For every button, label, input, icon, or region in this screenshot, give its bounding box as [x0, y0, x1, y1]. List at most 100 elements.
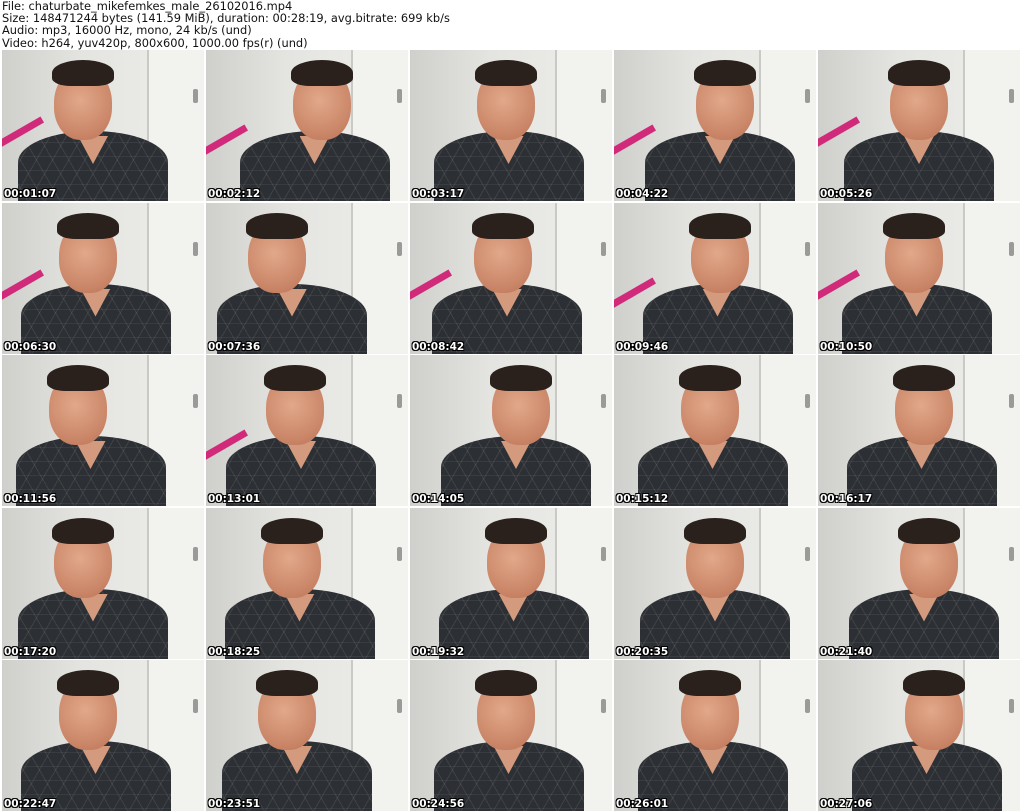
hair [485, 517, 547, 544]
thumbnail-grid: 00:01:07 00:02:12 00:03:17 00:04:22 00:05:26… [0, 50, 1024, 811]
thumbnail-timestamp: 00:09:46 [616, 340, 669, 353]
door-handle [1009, 241, 1014, 256]
hair [679, 365, 741, 391]
door-handle [1009, 89, 1014, 104]
thumbnail-timestamp: 00:27:06 [820, 798, 873, 810]
video-thumbnail: 00:01:07 [2, 50, 204, 201]
hair [684, 517, 746, 544]
video-thumbnail: 00:03:17 [410, 50, 612, 201]
thumbnail-timestamp: 00:17:20 [4, 645, 57, 658]
door-handle [601, 241, 606, 256]
thumbnail-timestamp: 00:03:17 [412, 188, 465, 200]
door-handle [1009, 546, 1014, 561]
info-header: File: chaturbate_mikefemkes_male_2610201… [2, 0, 450, 49]
thumbnail-timestamp: 00:18:25 [208, 645, 261, 658]
video-thumbnail: 00:22:47 [2, 660, 204, 811]
video-thumbnail: 00:05:26 [818, 50, 1020, 201]
thumbnail-timestamp: 00:14:05 [412, 493, 465, 505]
video-thumbnail: 00:14:05 [410, 355, 612, 506]
hair [475, 670, 537, 696]
hair [57, 670, 119, 696]
video-thumbnail: 00:10:50 [818, 202, 1020, 354]
door-handle [805, 89, 810, 104]
door-handle [397, 89, 402, 104]
door-handle [805, 241, 810, 256]
video-thumbnail: 00:26:01 [614, 660, 816, 811]
thumbnail-timestamp: 00:23:51 [208, 798, 261, 810]
door-handle [601, 89, 606, 104]
hair [57, 212, 119, 239]
hair [893, 365, 955, 391]
thumbnail-timestamp: 00:02:12 [208, 188, 261, 200]
thumbnail-timestamp: 00:05:26 [820, 188, 873, 200]
door-handle [1009, 394, 1014, 409]
video-line: Video: h264, yuv420p, 800x600, 1000.00 f… [2, 35, 308, 50]
video-thumbnail: 00:24:56 [410, 660, 612, 811]
video-thumbnail: 00:04:22 [614, 50, 816, 201]
video-thumbnail: 00:27:06 [818, 660, 1020, 811]
thumbnail-timestamp: 00:20:35 [616, 645, 669, 658]
door-handle [397, 699, 402, 714]
door-handle [805, 546, 810, 561]
thumbnail-timestamp: 00:21:40 [820, 645, 873, 658]
hair [47, 365, 109, 391]
video-thumbnail: 00:11:56 [2, 355, 204, 506]
video-thumbnail: 00:02:12 [206, 50, 408, 201]
hair [264, 365, 326, 391]
door-handle [601, 394, 606, 409]
hair [291, 60, 353, 86]
thumbnail-timestamp: 00:11:56 [4, 493, 57, 505]
hair [256, 670, 318, 696]
door-handle [1009, 699, 1014, 714]
door-handle [193, 699, 198, 714]
video-thumbnail: 00:07:36 [206, 202, 408, 354]
thumbnail-timestamp: 00:10:50 [820, 340, 873, 353]
audio-line: Audio: mp3, 16000 Hz, mono, 24 kb/s (und… [2, 23, 252, 38]
video-thumbnail: 00:19:32 [410, 507, 612, 659]
thumbnail-timestamp: 00:04:22 [616, 188, 669, 200]
thumbnail-timestamp: 00:19:32 [412, 645, 465, 658]
thumbnail-timestamp: 00:07:36 [208, 340, 261, 353]
door-handle [601, 699, 606, 714]
door-handle [193, 241, 198, 256]
thumbnail-timestamp: 00:15:12 [616, 493, 669, 505]
video-thumbnail: 00:15:12 [614, 355, 816, 506]
door-handle [601, 546, 606, 561]
video-thumbnail: 00:08:42 [410, 202, 612, 354]
door-handle [805, 394, 810, 409]
video-thumbnail: 00:16:17 [818, 355, 1020, 506]
video-thumbnail: 00:23:51 [206, 660, 408, 811]
door-handle [193, 89, 198, 104]
hair [694, 60, 756, 86]
hair [246, 212, 308, 239]
hair [475, 60, 537, 86]
thumbnail-timestamp: 00:26:01 [616, 798, 669, 810]
thumbnail-timestamp: 00:06:30 [4, 340, 57, 353]
video-thumbnail: 00:06:30 [2, 202, 204, 354]
hair [472, 212, 534, 239]
hair [689, 212, 751, 239]
thumbnail-timestamp: 00:24:56 [412, 798, 465, 810]
thumbnail-timestamp: 00:16:17 [820, 493, 873, 505]
door-handle [805, 699, 810, 714]
hair [52, 60, 114, 86]
hair [490, 365, 552, 391]
video-thumbnail: 00:21:40 [818, 507, 1020, 659]
thumbnail-timestamp: 00:22:47 [4, 798, 57, 810]
hair [898, 517, 960, 544]
video-thumbnail: 00:13:01 [206, 355, 408, 506]
video-thumbnail: 00:20:35 [614, 507, 816, 659]
video-thumbnail: 00:09:46 [614, 202, 816, 354]
door-handle [397, 241, 402, 256]
hair [888, 60, 950, 86]
video-thumbnail: 00:17:20 [2, 507, 204, 659]
hair [883, 212, 945, 239]
door-handle [397, 394, 402, 409]
hair [52, 517, 114, 544]
thumbnail-timestamp: 00:13:01 [208, 493, 261, 505]
thumbnail-timestamp: 00:01:07 [4, 188, 57, 200]
video-thumbnail: 00:18:25 [206, 507, 408, 659]
hair [903, 670, 965, 696]
hair [679, 670, 741, 696]
door-handle [193, 394, 198, 409]
